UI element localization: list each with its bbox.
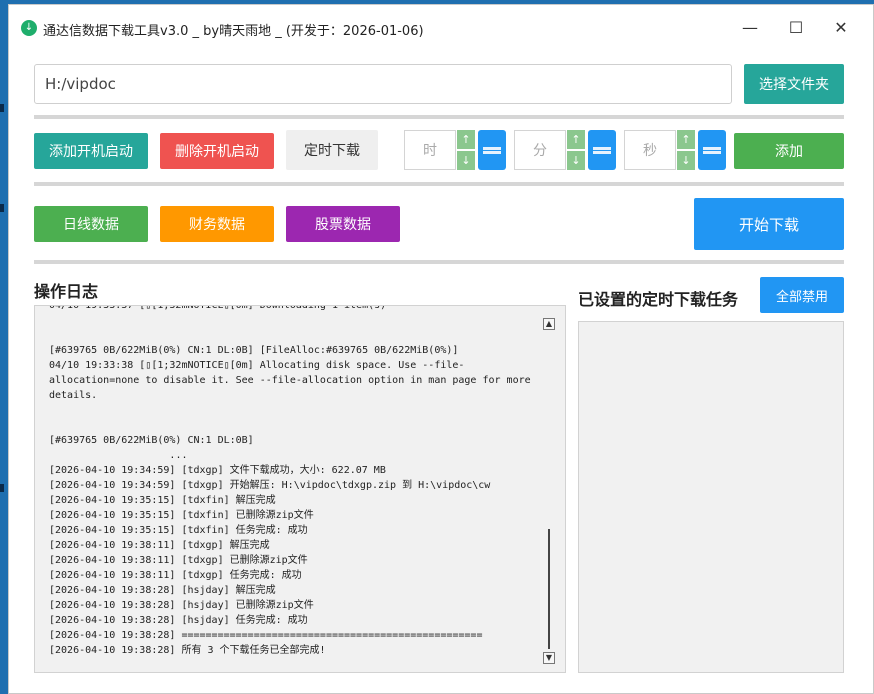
log-line: [2026-04-10 19:38:28] ==================…: [49, 630, 483, 641]
daily-data-button[interactable]: 日线数据: [34, 206, 148, 242]
arrow-down-icon[interactable]: ↓: [457, 151, 475, 170]
log-line: [2026-04-10 19:34:59] [tdxgp] 文件下载成功，大小:…: [49, 465, 386, 476]
close-button[interactable]: ✕: [826, 15, 856, 41]
hour-stepper[interactable]: ↑ ↓: [457, 130, 475, 170]
arrow-up-icon[interactable]: ↑: [457, 130, 475, 149]
finance-data-button[interactable]: 财务数据: [160, 206, 274, 242]
log-line: [#639765 0B/622MiB(0%) CN:1 DL:0B] [File…: [49, 345, 459, 356]
log-panel[interactable]: 04/10 19:33:37 [▯[1;32mNOTICE▯[0m] Downl…: [34, 305, 566, 673]
download-icon: ↓: [21, 20, 37, 36]
add-schedule-button[interactable]: 添加: [734, 133, 844, 169]
log-line: [2026-04-10 19:34:59] [tdxgp] 开始解压: H:\v…: [49, 480, 491, 491]
log-scrollbar[interactable]: ▲ ▼: [543, 314, 555, 664]
minute-input[interactable]: 分: [514, 130, 566, 170]
scroll-down-icon[interactable]: ▼: [543, 652, 555, 664]
log-line: [2026-04-10 19:38:11] [tdxgp] 已删除源zip文件: [49, 555, 308, 566]
title-bar[interactable]: ↓ 通达信数据下载工具v3.0 _ by晴天雨地 _ (开发于：2026-01-…: [9, 5, 873, 49]
desktop-edge: [0, 204, 4, 212]
remove-startup-button[interactable]: 删除开机启动: [160, 133, 274, 169]
start-download-button[interactable]: 开始下载: [694, 198, 844, 250]
stock-data-button[interactable]: 股票数据: [286, 206, 400, 242]
log-line: [#639765 0B/622MiB(0%) CN:1 DL:0B]: [49, 435, 254, 446]
timed-download-label: 定时下载: [286, 130, 378, 170]
divider: [34, 260, 844, 264]
path-input[interactable]: [34, 64, 732, 104]
log-line: ...: [49, 450, 188, 461]
add-startup-button[interactable]: 添加开机启动: [34, 133, 148, 169]
tasks-title: 已设置的定时下载任务: [578, 290, 739, 309]
second-stepper[interactable]: ↑ ↓: [677, 130, 695, 170]
scroll-thumb[interactable]: [548, 529, 550, 649]
hour-input[interactable]: 时: [404, 130, 456, 170]
choose-folder-button[interactable]: 选择文件夹: [744, 64, 844, 104]
log-text: 04/10 19:33:37 [▯[1;32mNOTICE▯[0m] Downl…: [49, 305, 543, 658]
keyboard-icon[interactable]: [478, 130, 506, 170]
arrow-up-icon[interactable]: ↑: [567, 130, 585, 149]
log-line: [2026-04-10 19:38:28] [hsjday] 解压完成: [49, 585, 276, 596]
desktop-edge: [0, 484, 4, 492]
disable-all-button[interactable]: 全部禁用: [760, 277, 844, 313]
keyboard-icon[interactable]: [698, 130, 726, 170]
log-line: [2026-04-10 19:35:15] [tdxfin] 已删除源zip文件: [49, 510, 314, 521]
window-title: 通达信数据下载工具v3.0 _ by晴天雨地 _ (开发于：2026-01-06…: [43, 24, 424, 39]
log-line: [2026-04-10 19:38:11] [tdxgp] 解压完成: [49, 540, 270, 551]
divider: [34, 115, 844, 119]
log-line: [2026-04-10 19:35:15] [tdxfin] 任务完成: 成功: [49, 525, 308, 536]
maximize-button[interactable]: ☐: [781, 15, 811, 41]
arrow-down-icon[interactable]: ↓: [567, 151, 585, 170]
arrow-down-icon[interactable]: ↓: [677, 151, 695, 170]
log-title: 操作日志: [34, 282, 99, 301]
minute-stepper[interactable]: ↑ ↓: [567, 130, 585, 170]
log-line: [2026-04-10 19:38:28] 所有 3 个下载任务已全部完成!: [49, 645, 326, 656]
log-line: [2026-04-10 19:38:28] [hsjday] 任务完成: 成功: [49, 615, 308, 626]
desktop-edge: [0, 104, 4, 112]
scroll-up-icon[interactable]: ▲: [543, 318, 555, 330]
log-line: [2026-04-10 19:38:28] [hsjday] 已删除源zip文件: [49, 600, 314, 611]
log-line: 04/10 19:33:37 [▯[1;32mNOTICE▯[0m] Downl…: [49, 305, 387, 311]
keyboard-icon[interactable]: [588, 130, 616, 170]
minimize-button[interactable]: —: [735, 15, 765, 41]
app-window: ↓ 通达信数据下载工具v3.0 _ by晴天雨地 _ (开发于：2026-01-…: [8, 4, 874, 694]
divider: [34, 182, 844, 186]
log-line: [2026-04-10 19:38:11] [tdxgp] 任务完成: 成功: [49, 570, 302, 581]
log-line: [2026-04-10 19:35:15] [tdxfin] 解压完成: [49, 495, 276, 506]
log-line: 04/10 19:33:38 [▯[1;32mNOTICE▯[0m] Alloc…: [49, 360, 537, 401]
arrow-up-icon[interactable]: ↑: [677, 130, 695, 149]
second-input[interactable]: 秒: [624, 130, 676, 170]
task-list[interactable]: [578, 321, 844, 673]
